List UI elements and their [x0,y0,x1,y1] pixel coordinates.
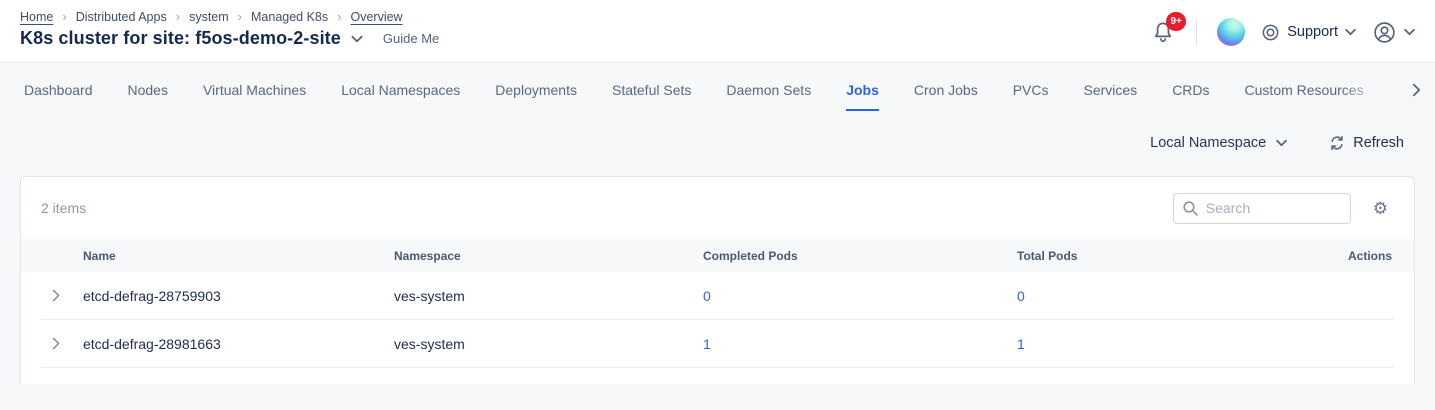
job-namespace-cell: ves-system [394,336,703,352]
toolbar-right: ⚙ [1173,193,1388,224]
table-body: etcd-defrag-28759903ves-system00etcd-def… [21,272,1414,368]
lifebuoy-icon [1261,23,1280,42]
breadcrumb-item[interactable]: Overview [350,10,402,24]
controls-row: Local Namespace Refresh [0,113,1435,159]
support-chevron-down-icon [1345,28,1356,36]
search-icon [1182,200,1199,217]
tab-pvcs[interactable]: PVCs [1013,82,1049,111]
refresh-icon [1329,135,1345,151]
tab-bar: Dashboard Nodes Virtual Machines Local Name… [0,63,1435,113]
search-box [1173,193,1351,224]
breadcrumb-item[interactable]: Managed K8s [251,10,328,24]
tab-local-namespaces[interactable]: Local Namespaces [341,82,460,111]
title-row: K8s cluster for site: f5os-demo-2-site G… [20,28,439,49]
table-header-row: NameNamespaceCompleted PodsTotal PodsAct… [41,239,1394,272]
breadcrumb-separator-icon: › [238,9,242,24]
user-account-icon [1372,20,1397,45]
account-chevron-down-icon [1404,28,1415,36]
header-left: Home › Distributed Apps › system › Managed K8s… [20,9,439,49]
row-expand-chevron-right-icon[interactable] [52,289,60,302]
breadcrumb-separator-icon: › [62,9,66,24]
column-header-total-pods: Total Pods [1017,239,1347,272]
notification-badge: 9+ [1166,12,1186,31]
tab-list: Dashboard Nodes Virtual Machines Local Name… [24,82,1410,111]
table-header: NameNamespaceCompleted PodsTotal PodsAct… [21,239,1414,272]
tab-cron-jobs[interactable]: Cron Jobs [914,82,978,111]
column-header-actions: Actions [1347,239,1394,272]
items-count: 2 items [41,200,86,216]
tab-deployments[interactable]: Deployments [495,82,577,111]
tab-custom-resources[interactable]: Custom Resources [1245,82,1364,111]
tab-overflow-chevron-right-icon[interactable] [1412,83,1421,97]
tab-stateful-sets[interactable]: Stateful Sets [612,82,691,111]
total-pods-link[interactable]: 1 [1017,336,1025,352]
support-label: Support [1287,24,1338,40]
tab-daemon-sets[interactable]: Daemon Sets [726,82,811,111]
breadcrumb-item[interactable]: system [189,10,229,24]
guide-me-link[interactable]: Guide Me [383,31,439,46]
breadcrumb-item[interactable]: Home [20,10,53,24]
total-pods-link[interactable]: 0 [1017,288,1025,304]
namespace-selector[interactable]: Local Namespace [1150,135,1287,151]
table-settings-gear-icon[interactable]: ⚙ [1373,200,1388,217]
job-namespace-cell: ves-system [394,288,703,304]
header-divider [1196,19,1197,45]
completed-pods-link[interactable]: 0 [703,288,711,304]
job-name-cell: etcd-defrag-28981663 [83,336,394,352]
tab-virtual-machines[interactable]: Virtual Machines [203,82,306,111]
column-header-completed-pods: Completed Pods [703,239,1017,272]
refresh-label: Refresh [1353,135,1404,151]
assistant-orb-icon[interactable] [1217,18,1245,46]
breadcrumb-separator-icon: › [176,9,180,24]
tab-crds[interactable]: CRDs [1172,82,1209,111]
tab-jobs[interactable]: Jobs [846,82,879,111]
job-name-cell: etcd-defrag-28759903 [83,288,394,304]
breadcrumb-item[interactable]: Distributed Apps [76,10,167,24]
app-header: Home › Distributed Apps › system › Managed K8s… [0,0,1435,63]
tab-dashboard[interactable]: Dashboard [24,82,93,111]
row-expand-chevron-right-icon[interactable] [52,337,60,350]
breadcrumb-separator-icon: › [337,9,341,24]
table-row: etcd-defrag-28981663ves-system11 [41,320,1394,368]
account-menu[interactable] [1372,20,1415,45]
refresh-button[interactable]: Refresh [1329,135,1404,151]
tab-services[interactable]: Services [1084,82,1138,111]
support-menu[interactable]: Support [1261,23,1356,42]
search-input[interactable] [1173,193,1351,224]
column-header-name: Name [83,239,394,272]
table-toolbar: 2 items ⚙ [21,177,1414,239]
column-header-namespace: Namespace [394,239,703,272]
site-selector-chevron-down-icon[interactable] [351,35,363,43]
jobs-table-card: 2 items ⚙ NameNamespaceCompleted PodsTot… [20,176,1415,384]
completed-pods-link[interactable]: 1 [703,336,711,352]
table-row: etcd-defrag-28759903ves-system00 [41,272,1394,320]
tab-nodes[interactable]: Nodes [128,82,168,111]
namespace-selector-label: Local Namespace [1150,135,1266,151]
notifications-button[interactable]: 9+ [1150,19,1176,45]
page-title: K8s cluster for site: f5os-demo-2-site [20,28,341,49]
breadcrumb: Home › Distributed Apps › system › Managed K8s… [20,9,439,24]
namespace-chevron-down-icon [1276,139,1287,147]
header-right: 9+ Support [1150,9,1415,55]
